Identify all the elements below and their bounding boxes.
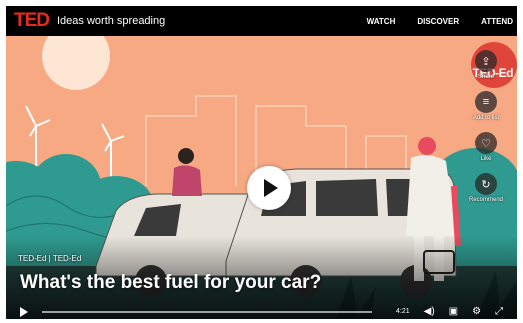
top-nav: WATCH DISCOVER ATTEND [367, 17, 517, 26]
share-button[interactable]: ⇪ Share [461, 50, 511, 80]
side-actions: ⇪ Share ≡ Add to list ♡ Like ↻ Recommend [461, 50, 511, 214]
recommend-label: Recommend [468, 197, 503, 203]
nav-discover[interactable]: DISCOVER [417, 17, 459, 26]
nav-attend[interactable]: ATTEND [481, 17, 513, 26]
player-controls: 4:21 ◀) ▣ ⚙ ⤢ [6, 304, 517, 319]
settings-icon[interactable]: ⚙ [472, 306, 481, 317]
video-channel[interactable]: TED-Ed | TED-Ed [18, 254, 81, 263]
play-icon[interactable] [20, 306, 28, 317]
captions-icon[interactable]: ▣ [449, 306, 458, 317]
fullscreen-icon[interactable]: ⤢ [495, 306, 503, 317]
video-player[interactable]: TED Ideas worth spreading WATCH DISCOVER… [6, 6, 517, 319]
progress-bar[interactable] [42, 310, 372, 313]
duration: 4:21 [396, 308, 410, 315]
add-to-list-label: Add to list [472, 115, 500, 121]
add-to-list-button[interactable]: ≡ Add to list [461, 91, 511, 121]
play-button[interactable] [247, 166, 291, 210]
share-icon: ⇪ [475, 50, 497, 72]
like-button[interactable]: ♡ Like [461, 132, 511, 162]
share-label: Share [477, 74, 494, 80]
volume-icon[interactable]: ◀) [424, 306, 435, 317]
tagline: Ideas worth spreading [57, 15, 166, 27]
ted-logo[interactable]: TED [14, 10, 50, 32]
add-to-list-icon: ≡ [475, 91, 497, 113]
recommend-button[interactable]: ↻ Recommend [461, 173, 511, 203]
heart-icon: ♡ [475, 132, 497, 154]
top-bar: TED Ideas worth spreading WATCH DISCOVER… [6, 6, 517, 36]
nav-watch[interactable]: WATCH [367, 17, 396, 26]
video-title: What's the best fuel for your car? [20, 272, 322, 293]
recommend-icon: ↻ [475, 173, 497, 195]
like-label: Like [480, 156, 492, 162]
